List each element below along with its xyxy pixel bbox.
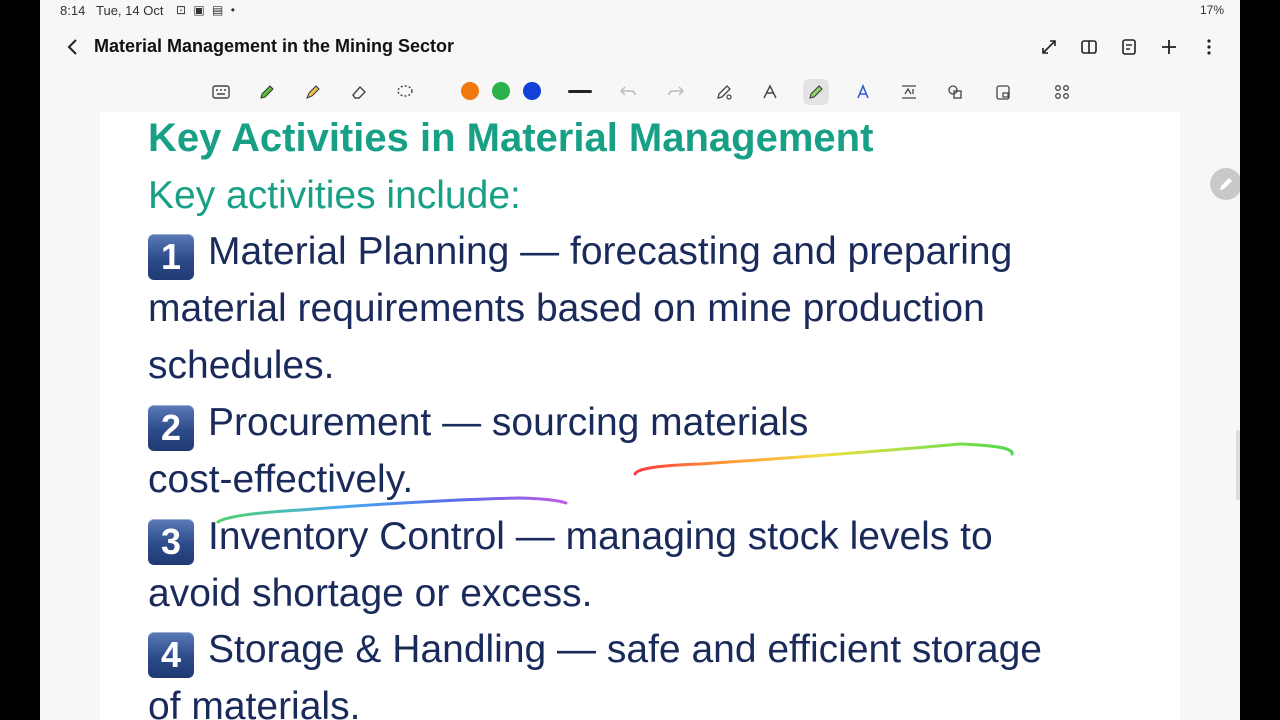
number-badge-2: 2 (148, 405, 194, 451)
shapes-icon (948, 85, 962, 99)
list-item-4-line-2: of materials. (148, 685, 361, 720)
pencil-icon (1220, 178, 1232, 190)
eraser-tool[interactable] (346, 79, 372, 105)
battery-level: 17% (1199, 3, 1224, 17)
list-item-1-line-1: Material Planning — forecasting and prep… (208, 230, 1013, 273)
list-item-1: 1 Material Planning — forecasting and pre… (148, 230, 1012, 280)
status-date: Tue, 14 Oct (96, 3, 164, 18)
color-swatch-orange[interactable] (461, 82, 479, 100)
list-item-1-line-3: schedules. (148, 344, 335, 387)
number-badge-1: 1 (148, 234, 194, 280)
add-page-button[interactable] (1156, 34, 1182, 60)
status-time: 8:14 (60, 3, 86, 18)
list-item-4: 4 Storage & Handling — safe and efficient… (148, 628, 1042, 678)
redo-icon (668, 86, 685, 96)
pen-settings-tool[interactable] (711, 79, 737, 105)
drawing-toolbar (40, 72, 1240, 112)
shapes-tool[interactable] (942, 79, 968, 105)
stroke-thickness[interactable] (568, 90, 592, 93)
list-item-1-line-2: material requirements based on mine prod… (148, 287, 985, 330)
note-page[interactable]: Key Activities in Material Management Ke… (100, 112, 1180, 720)
keyboard-icon (212, 85, 230, 99)
list-item-2-line-2: cost-effectively. (148, 458, 414, 501)
pages-icon (1122, 39, 1136, 55)
undo-button[interactable] (615, 79, 641, 105)
apps-tool[interactable] (1049, 79, 1075, 105)
app-window: 8:14 Tue, 14 Oct ⊡ ▣ ▤ • 17% Material Ma… (40, 0, 1240, 720)
list-item-4-line-1: Storage & Handling — safe and efficient … (208, 628, 1042, 671)
lock-tool[interactable] (990, 79, 1016, 105)
text-recognition-tool[interactable] (896, 79, 922, 105)
number-badge-4: 4 (148, 632, 194, 678)
undo-icon (619, 86, 636, 96)
list-item-2-line-1: Procurement — sourcing materials (208, 401, 809, 444)
note-heading: Key Activities in Material Management (148, 116, 874, 160)
pen-icon (260, 85, 274, 99)
more-icon (1207, 39, 1211, 55)
lasso-tool[interactable] (392, 79, 418, 105)
back-button[interactable] (60, 34, 84, 60)
chevron-left-icon (67, 39, 77, 55)
status-bar: 8:14 Tue, 14 Oct ⊡ ▣ ▤ • 17% (40, 0, 1240, 22)
pen-tool[interactable] (254, 79, 280, 105)
expand-button[interactable] (1036, 34, 1062, 60)
rainbow-pen-tool[interactable] (803, 79, 829, 105)
highlighter-tool[interactable] (300, 79, 326, 105)
floating-pen-button[interactable] (1210, 168, 1240, 200)
note-title: Material Management in the Mining Sector (94, 36, 455, 56)
list-item-3: 3 Inventory Control — managing stock leve… (148, 515, 993, 565)
redo-button[interactable] (663, 79, 689, 105)
highlighter-icon (306, 85, 320, 99)
list-item-3-line-2: avoid shortage or excess. (148, 572, 593, 615)
pages-button[interactable] (1116, 34, 1142, 60)
rainbow-pen-icon (809, 85, 823, 99)
eraser-icon (352, 85, 366, 99)
lock-icon (996, 85, 1010, 100)
apps-icon (1055, 85, 1069, 99)
text-recognition-icon (902, 85, 916, 99)
shape-pen-icon (763, 84, 777, 99)
lasso-icon (397, 85, 413, 97)
list-item-3-line-1: Inventory Control — managing stock level… (208, 515, 993, 558)
status-notification-icons: ⊡ ▣ ▤ • (176, 3, 237, 17)
title-bar: Material Management in the Mining Sector (40, 26, 1240, 68)
number-badge-3: 3 (148, 519, 194, 565)
add-icon (1162, 40, 1176, 54)
pen-settings-icon (717, 85, 732, 100)
keyboard-tool[interactable] (208, 79, 234, 105)
expand-icon (1042, 40, 1056, 54)
split-view-icon (1081, 40, 1097, 54)
text-style-icon (857, 83, 869, 99)
scroll-handle[interactable] (1236, 430, 1240, 500)
more-options-button[interactable] (1196, 34, 1222, 60)
split-view-button[interactable] (1076, 34, 1102, 60)
color-swatch-blue[interactable] (523, 82, 541, 100)
note-subheading: Key activities include: (148, 174, 521, 217)
list-item-2: 2 Procurement — sourcing materials (148, 401, 808, 451)
color-swatch-green[interactable] (492, 82, 510, 100)
text-style-tool[interactable] (850, 79, 876, 105)
shape-pen-tool[interactable] (757, 79, 783, 105)
